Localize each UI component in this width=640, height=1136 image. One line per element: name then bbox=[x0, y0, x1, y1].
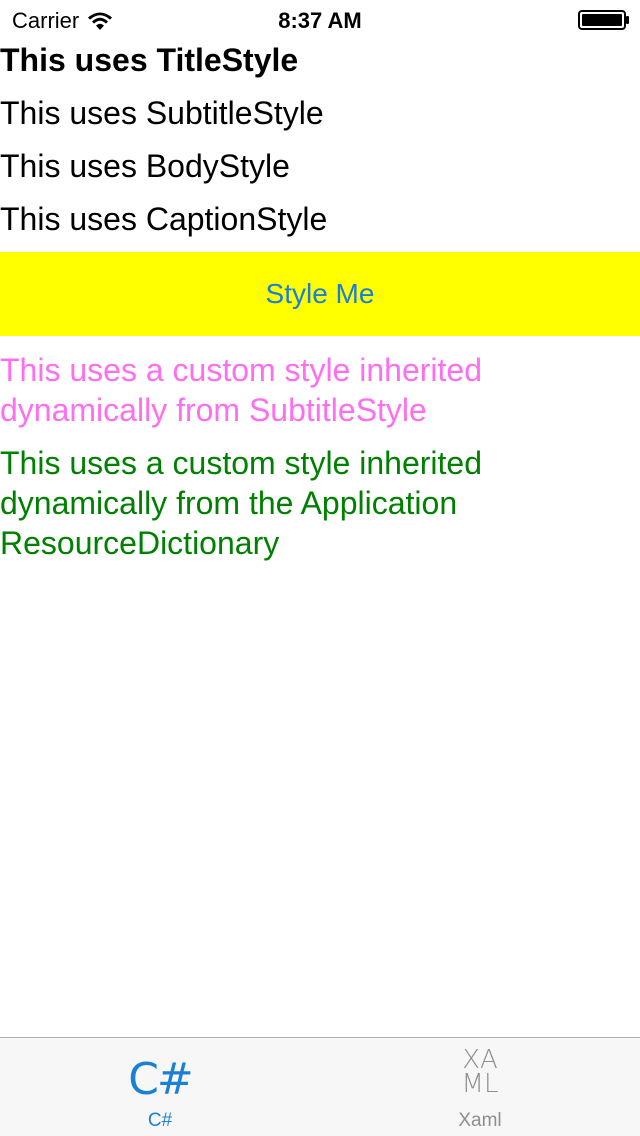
tab-csharp-label: C# bbox=[147, 1110, 173, 1131]
subtitle-style-label: This uses SubtitleStyle bbox=[0, 95, 324, 131]
tab-csharp[interactable]: C# C# bbox=[0, 1038, 320, 1136]
style-me-button[interactable]: Style Me bbox=[0, 252, 640, 336]
custom-subtitle-inherited-label: This uses a custom style inherited dynam… bbox=[0, 352, 482, 428]
status-time: 8:37 AM bbox=[278, 8, 362, 33]
app-screen: Carrier 8:37 AM This uses TitleStyle Thi… bbox=[0, 0, 640, 1136]
tab-bar: C# C# XA ML Xaml bbox=[0, 1037, 640, 1136]
status-bar: Carrier 8:37 AM bbox=[0, 0, 640, 40]
title-style-label: This uses TitleStyle bbox=[0, 42, 299, 78]
xaml-icon-line2: ML bbox=[461, 1069, 499, 1099]
custom-app-resource-inherited-label: This uses a custom style inherited dynam… bbox=[0, 445, 482, 561]
battery-icon bbox=[578, 10, 629, 30]
tab-xaml-label: Xaml bbox=[458, 1110, 502, 1131]
csharp-icon: C# bbox=[128, 1054, 194, 1105]
tab-xaml[interactable]: XA ML Xaml bbox=[320, 1038, 640, 1136]
xaml-icon: XA ML bbox=[320, 1047, 640, 1099]
body-style-label: This uses BodyStyle bbox=[0, 148, 290, 184]
caption-style-label: This uses CaptionStyle bbox=[0, 201, 328, 237]
